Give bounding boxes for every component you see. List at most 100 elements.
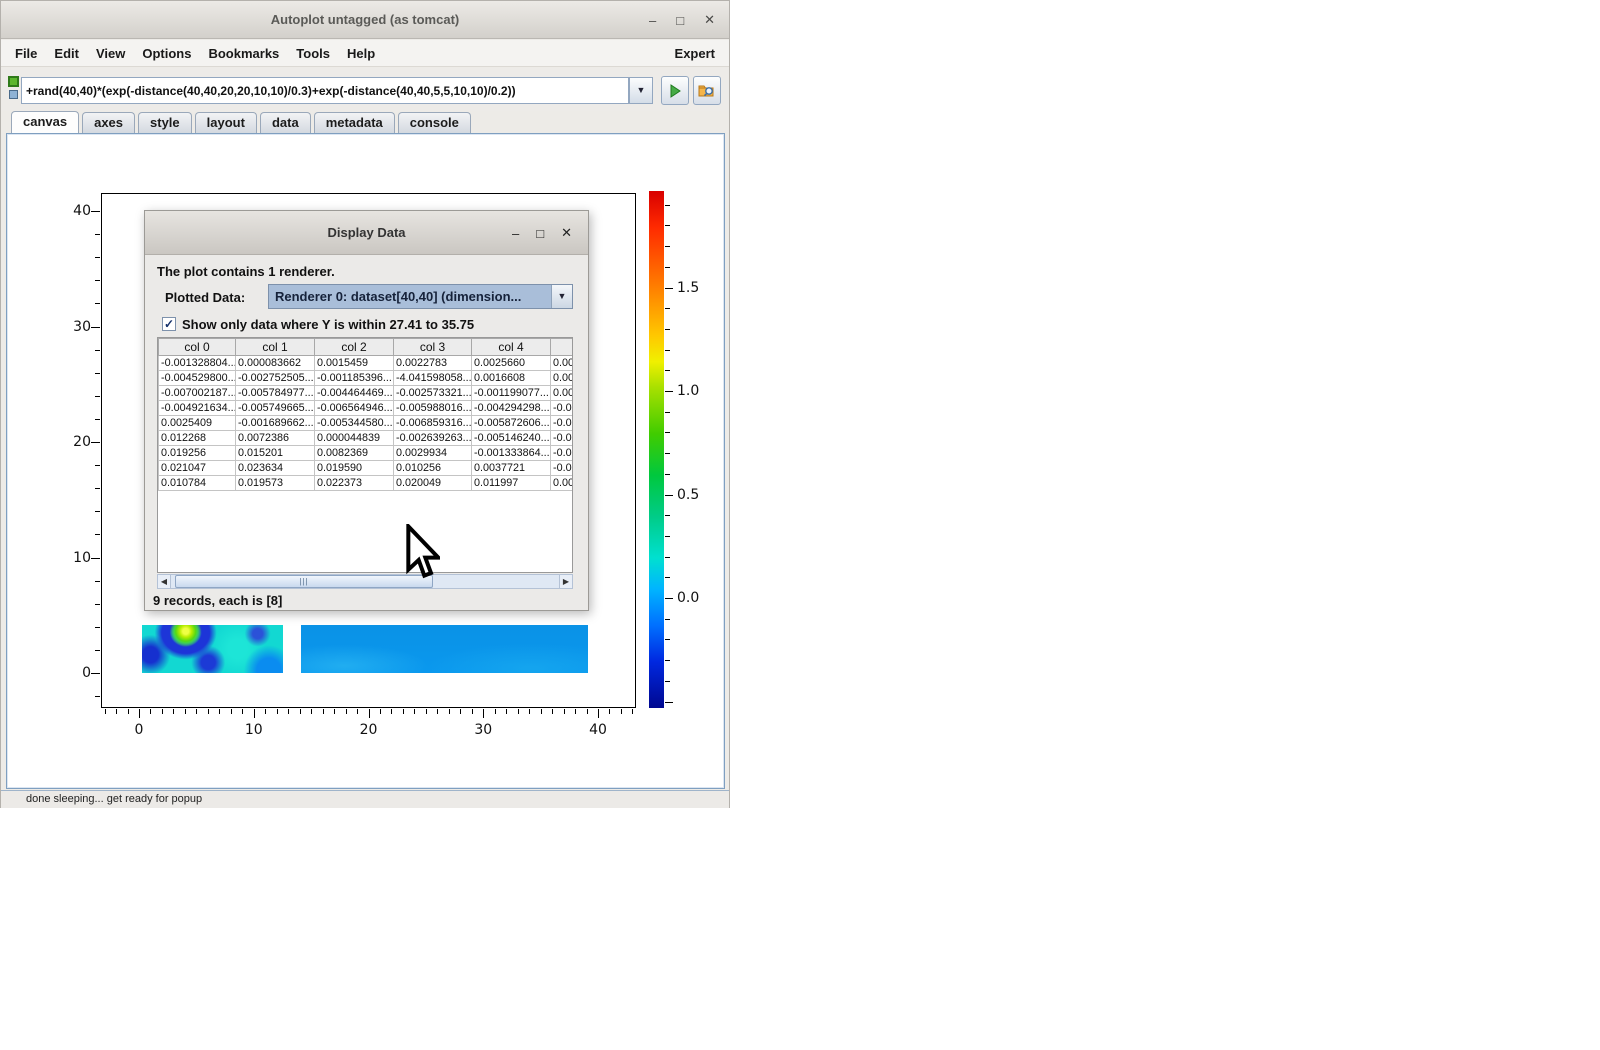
table-cell[interactable]: 0.00 <box>551 356 574 371</box>
column-header[interactable]: col 0 <box>159 339 236 356</box>
data-table[interactable]: col 0col 1col 2col 3col 4 -0.001328804...… <box>158 338 573 491</box>
table-cell[interactable]: -0.006564946... <box>315 401 394 416</box>
table-cell[interactable]: -0.004529800... <box>159 371 236 386</box>
table-cell[interactable]: -4.041598058... <box>394 371 472 386</box>
table-cell[interactable]: -0.001689662... <box>236 416 315 431</box>
table-cell[interactable]: -0.005344580... <box>315 416 394 431</box>
window-maximize-icon[interactable]: □ <box>676 13 684 28</box>
table-cell[interactable]: 0.019256 <box>159 446 236 461</box>
table-cell[interactable]: -0.004294298... <box>472 401 551 416</box>
table-cell[interactable]: 0.00 <box>551 371 574 386</box>
table-cell[interactable]: -0.0 <box>551 461 574 476</box>
column-header[interactable] <box>551 339 574 356</box>
scroll-right-icon[interactable]: ▶ <box>559 575 572 588</box>
tab-console[interactable]: console <box>398 112 471 133</box>
window-close-icon[interactable]: ✕ <box>704 12 715 28</box>
filter-checkbox[interactable]: ✓ <box>162 317 176 331</box>
table-cell[interactable]: 0.011997 <box>472 476 551 491</box>
table-cell[interactable]: 0.000044839 <box>315 431 394 446</box>
dialog-close-icon[interactable]: ✕ <box>561 225 572 241</box>
table-cell[interactable]: -0.002573321... <box>394 386 472 401</box>
tab-style[interactable]: style <box>138 112 192 133</box>
table-cell[interactable]: -0.0 <box>551 401 574 416</box>
table-cell[interactable]: 0.0025660 <box>472 356 551 371</box>
axis-tick <box>95 511 100 512</box>
table-cell[interactable]: -0.005872606... <box>472 416 551 431</box>
menu-edit[interactable]: Edit <box>54 46 79 61</box>
tab-layout[interactable]: layout <box>195 112 257 133</box>
go-button[interactable] <box>661 76 689 105</box>
table-cell[interactable]: 0.019590 <box>315 461 394 476</box>
table-cell[interactable]: 0.012268 <box>159 431 236 446</box>
table-cell[interactable]: 0.0025409 <box>159 416 236 431</box>
axis-tick-label: 0.0 <box>677 590 699 606</box>
column-header[interactable]: col 1 <box>236 339 315 356</box>
dialog-maximize-icon[interactable]: □ <box>536 226 544 241</box>
uri-input[interactable] <box>21 77 629 104</box>
column-header[interactable]: col 2 <box>315 339 394 356</box>
table-cell[interactable]: -0.0 <box>551 431 574 446</box>
table-cell[interactable]: 0.0015459 <box>315 356 394 371</box>
table-cell[interactable]: 0.020049 <box>394 476 472 491</box>
horizontal-scrollbar[interactable]: ◀ ▶ ||| <box>157 574 573 589</box>
table-cell[interactable]: 0.0016608 <box>472 371 551 386</box>
table-cell[interactable]: -0.001328804... <box>159 356 236 371</box>
table-cell[interactable]: 0.00 <box>551 476 574 491</box>
tab-metadata[interactable]: metadata <box>314 112 395 133</box>
table-cell[interactable]: -0.005749665... <box>236 401 315 416</box>
menu-options[interactable]: Options <box>142 46 191 61</box>
tab-canvas[interactable]: canvas <box>11 111 79 133</box>
inspect-uri-button[interactable] <box>693 76 721 105</box>
table-cell[interactable]: -0.004921634... <box>159 401 236 416</box>
table-cell[interactable]: 0.019573 <box>236 476 315 491</box>
table-cell[interactable]: -0.0 <box>551 446 574 461</box>
table-cell[interactable]: 0.000083662 <box>236 356 315 371</box>
menu-file[interactable]: File <box>15 46 37 61</box>
table-cell[interactable]: -0.002752505... <box>236 371 315 386</box>
table-cell[interactable]: 0.00 <box>551 386 574 401</box>
column-header[interactable]: col 4 <box>472 339 551 356</box>
table-cell[interactable]: -0.005146240... <box>472 431 551 446</box>
window-titlebar[interactable]: Autoplot untagged (as tomcat) – □ ✕ <box>1 1 729 39</box>
table-cell[interactable]: 0.0082369 <box>315 446 394 461</box>
table-cell[interactable]: 0.022373 <box>315 476 394 491</box>
scrollbar-thumb[interactable]: ||| <box>175 575 433 588</box>
table-cell[interactable]: 0.015201 <box>236 446 315 461</box>
column-header[interactable]: col 3 <box>394 339 472 356</box>
table-cell[interactable]: 0.0072386 <box>236 431 315 446</box>
table-cell[interactable]: 0.021047 <box>159 461 236 476</box>
table-cell[interactable]: -0.006859316... <box>394 416 472 431</box>
axis-tick <box>665 308 670 309</box>
menu-view[interactable]: View <box>96 46 125 61</box>
table-cell[interactable]: 0.0022783 <box>394 356 472 371</box>
window-minimize-icon[interactable]: – <box>649 13 656 28</box>
menu-expert[interactable]: Expert <box>675 46 715 61</box>
table-cell[interactable]: 0.023634 <box>236 461 315 476</box>
table-cell[interactable]: 0.0029934 <box>394 446 472 461</box>
combo-dropdown-icon[interactable]: ▼ <box>551 285 572 308</box>
table-cell[interactable]: -0.005988016... <box>394 401 472 416</box>
menu-bookmarks[interactable]: Bookmarks <box>208 46 279 61</box>
menu-tools[interactable]: Tools <box>296 46 330 61</box>
table-cell[interactable]: 0.010784 <box>159 476 236 491</box>
uri-dropdown-icon[interactable]: ▼ <box>629 77 653 104</box>
tab-axes[interactable]: axes <box>82 112 135 133</box>
table-cell[interactable]: 0.0037721 <box>472 461 551 476</box>
table-cell[interactable]: -0.002639263... <box>394 431 472 446</box>
table-cell[interactable]: -0.007002187... <box>159 386 236 401</box>
menu-help[interactable]: Help <box>347 46 375 61</box>
scroll-left-icon[interactable]: ◀ <box>158 575 171 588</box>
table-cell[interactable]: -0.001185396... <box>315 371 394 386</box>
table-cell[interactable]: -0.001333864... <box>472 446 551 461</box>
tab-data[interactable]: data <box>260 112 311 133</box>
axis-tick <box>95 581 100 582</box>
table-cell[interactable]: 0.010256 <box>394 461 472 476</box>
data-table-scrollpane[interactable]: col 0col 1col 2col 3col 4 -0.001328804...… <box>157 337 573 573</box>
table-cell[interactable]: -0.005784977... <box>236 386 315 401</box>
plotted-data-select[interactable]: Renderer 0: dataset[40,40] (dimension...… <box>268 284 573 309</box>
dialog-minimize-icon[interactable]: – <box>512 226 519 241</box>
dialog-titlebar[interactable]: Display Data – □ ✕ <box>145 211 588 255</box>
table-cell[interactable]: -0.001199077... <box>472 386 551 401</box>
table-cell[interactable]: -0.0 <box>551 416 574 431</box>
table-cell[interactable]: -0.004464469... <box>315 386 394 401</box>
